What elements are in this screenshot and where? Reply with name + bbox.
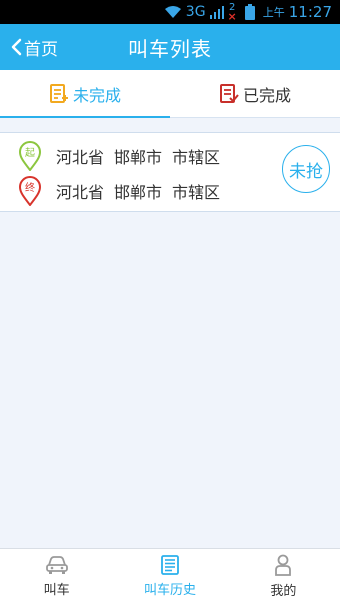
tab-completed[interactable]: 已完成 [170, 70, 340, 117]
status-bar: 3G 2 × 上午 11:27 [0, 0, 340, 24]
end-pin-icon: 终 [18, 176, 42, 206]
start-address: 河北省 邯郸市 市辖区 [56, 144, 220, 168]
start-district: 市辖区 [172, 148, 221, 167]
start-province: 河北省 [56, 148, 105, 167]
sim-indicator: 2 × [227, 3, 237, 23]
tab-pending[interactable]: 未完成 [0, 70, 170, 118]
start-city: 邯郸市 [114, 148, 163, 167]
nav-call-history-label: 叫车历史 [143, 583, 196, 598]
nav-mine[interactable]: 我的 [227, 549, 340, 604]
nav-mine-label: 我的 [270, 584, 297, 599]
history-list-icon [161, 555, 179, 575]
nav-call-history[interactable]: 叫车历史 [113, 549, 226, 604]
nav-call-car[interactable]: 叫车 [0, 549, 113, 604]
end-province: 河北省 [56, 183, 105, 202]
clock: 11:27 [288, 3, 332, 21]
back-label: 首页 [24, 39, 58, 60]
end-pin-label: 终 [25, 181, 35, 194]
end-city: 邯郸市 [114, 183, 163, 202]
start-address-row: 起 河北省 邯郸市 市辖区 [18, 141, 220, 171]
start-pin-icon: 起 [18, 141, 42, 171]
bottom-nav: 叫车 叫车历史 我的 [0, 548, 340, 604]
app-header: 首页 叫车列表 [0, 24, 340, 70]
order-status-badge[interactable]: 未抢 [282, 145, 330, 193]
start-pin-label: 起 [25, 147, 35, 159]
pending-document-icon [49, 83, 68, 103]
tab-pending-label: 未完成 [72, 85, 121, 105]
status-tabs: 未完成 已完成 [0, 70, 340, 118]
back-button[interactable]: 首页 [10, 24, 58, 70]
no-signal-x-icon: × [227, 10, 237, 23]
am-pm: 上午 [262, 6, 285, 19]
end-address: 河北省 邯郸市 市辖区 [56, 179, 220, 203]
signal-icon [209, 6, 224, 19]
person-icon [275, 554, 292, 576]
end-district: 市辖区 [172, 183, 221, 202]
nav-call-car-label: 叫车 [43, 583, 70, 598]
order-list: 起 河北省 邯郸市 市辖区 终 河北省 邯郸市 市辖区 未抢 [0, 118, 340, 548]
network-type: 3G [185, 4, 206, 20]
battery-icon [244, 4, 255, 20]
chevron-left-icon [11, 38, 22, 56]
page-title: 叫车列表 [128, 36, 212, 61]
tab-completed-label: 已完成 [242, 85, 291, 105]
order-card[interactable]: 起 河北省 邯郸市 市辖区 终 河北省 邯郸市 市辖区 未抢 [0, 132, 340, 212]
car-icon [45, 556, 68, 574]
wifi-icon [164, 6, 181, 18]
completed-document-icon [219, 83, 239, 103]
end-address-row: 终 河北省 邯郸市 市辖区 [18, 176, 220, 206]
